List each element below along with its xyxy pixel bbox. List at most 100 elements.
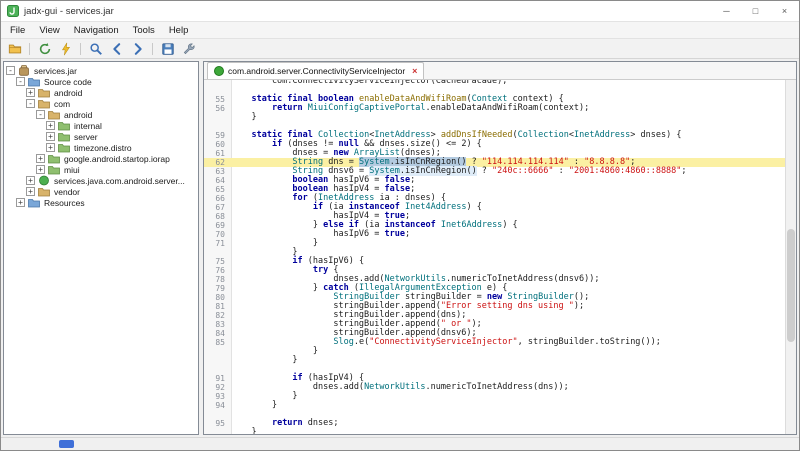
tree-item[interactable]: + internal: [4, 120, 198, 131]
tree-item-label: internal: [74, 121, 102, 131]
close-button[interactable]: ×: [770, 1, 799, 21]
tree-expander-icon[interactable]: +: [26, 187, 35, 196]
line-number: 65: [204, 185, 231, 194]
editor-body: com.ConnectivityServiceInjector(CachedFa…: [204, 80, 796, 434]
tree-item[interactable]: -Source code: [4, 76, 198, 87]
tree-expander-icon[interactable]: -: [26, 99, 35, 108]
menu-item-navigation[interactable]: Navigation: [67, 25, 126, 36]
maximize-button[interactable]: □: [741, 1, 770, 21]
tree-expander-icon[interactable]: +: [46, 143, 55, 152]
line-number: 93: [204, 392, 231, 401]
tab-close-icon[interactable]: ×: [412, 66, 417, 76]
window-title: jadx-gui - services.jar: [24, 6, 114, 17]
tree-expander-icon[interactable]: +: [46, 132, 55, 141]
menu-bar: FileViewNavigationToolsHelp: [1, 22, 799, 39]
line-number: 66: [204, 194, 231, 203]
editor-panel: com.android.server.ConnectivityServiceIn…: [203, 61, 797, 435]
menu-item-help[interactable]: Help: [162, 25, 196, 36]
forward-arrow-button[interactable]: [128, 40, 147, 57]
app-icon: [7, 5, 19, 17]
package-icon: [38, 186, 51, 197]
tree-expander-icon[interactable]: +: [16, 198, 25, 207]
app-window: jadx-gui - services.jar ─ □ × FileViewNa…: [0, 0, 800, 451]
code-line: }: [204, 356, 785, 365]
tree-item[interactable]: + server: [4, 131, 198, 142]
tree-item[interactable]: +android: [4, 87, 198, 98]
reload-button[interactable]: [35, 40, 54, 57]
settings-wrench-icon: [182, 42, 196, 56]
line-number: 67: [204, 203, 231, 212]
package-green-icon: [58, 142, 71, 153]
package-green-icon: [58, 120, 71, 131]
tree-expander-icon[interactable]: -: [16, 77, 25, 86]
line-number: 83: [204, 320, 231, 329]
tree-item[interactable]: +services.java.com.android.server...: [4, 175, 198, 186]
line-number: [204, 248, 231, 257]
tree-item[interactable]: -com: [4, 98, 198, 109]
line-number: 94: [204, 401, 231, 410]
tree-expander-icon[interactable]: +: [26, 176, 35, 185]
tree-expander-icon[interactable]: +: [46, 121, 55, 130]
tree-expander-icon[interactable]: +: [36, 165, 45, 174]
open-folder-button[interactable]: [5, 40, 24, 57]
vertical-scrollbar[interactable]: [785, 80, 796, 434]
line-number: 59: [204, 131, 231, 140]
tree-item[interactable]: -android: [4, 109, 198, 120]
package-icon: [48, 109, 61, 120]
code-area[interactable]: com.ConnectivityServiceInjector(CachedFa…: [204, 80, 785, 434]
tree-expander-icon[interactable]: +: [26, 88, 35, 97]
code-line: 93 }: [204, 392, 785, 401]
line-number: 61: [204, 149, 231, 158]
line-number: 60: [204, 140, 231, 149]
tab-label: com.android.server.ConnectivityServiceIn…: [228, 66, 405, 76]
jar-icon: [18, 65, 31, 76]
back-arrow-button[interactable]: [107, 40, 126, 57]
tree-item[interactable]: +google.android.startop.iorap: [4, 153, 198, 164]
line-number: 84: [204, 329, 231, 338]
line-number: 95: [204, 419, 231, 428]
line-number: [204, 347, 231, 356]
tree-item[interactable]: + Resources: [4, 197, 198, 208]
horizontal-scrollbar-thumb[interactable]: [59, 440, 74, 448]
tab-connectivity-service-injector[interactable]: com.android.server.ConnectivityServiceIn…: [207, 62, 424, 79]
menu-item-view[interactable]: View: [32, 25, 66, 36]
tree-item[interactable]: -services.jar: [4, 65, 198, 76]
title-bar: jadx-gui - services.jar ─ □ ×: [1, 1, 799, 22]
tree-item[interactable]: +vendor: [4, 186, 198, 197]
line-number: 64: [204, 176, 231, 185]
line-number: [204, 365, 231, 374]
tree-item-label: server: [74, 132, 98, 142]
text-search-icon: [89, 42, 103, 56]
minimize-button[interactable]: ─: [712, 1, 741, 21]
line-number: 81: [204, 302, 231, 311]
line-number: 70: [204, 230, 231, 239]
tree-expander-icon[interactable]: -: [6, 66, 15, 75]
tree-expander-icon[interactable]: +: [36, 154, 45, 163]
main-area: -services.jar-Source code+android-com-an…: [1, 59, 799, 437]
file-tree[interactable]: -services.jar-Source code+android-com-an…: [4, 62, 198, 208]
folder-blue-icon: [28, 197, 41, 208]
tree-item[interactable]: +timezone.distro: [4, 142, 198, 153]
line-number: 68: [204, 212, 231, 221]
menu-item-file[interactable]: File: [3, 25, 32, 36]
line-number: 79: [204, 284, 231, 293]
tree-item-label: Resources: [44, 198, 85, 208]
flash-button[interactable]: [56, 40, 75, 57]
line-number: [204, 122, 231, 131]
menu-item-tools[interactable]: Tools: [126, 25, 162, 36]
reload-icon: [38, 42, 52, 56]
text-search-button[interactable]: [86, 40, 105, 57]
settings-wrench-button[interactable]: [179, 40, 198, 57]
line-number: 80: [204, 293, 231, 302]
save-all-button[interactable]: [158, 40, 177, 57]
code-line: }: [204, 428, 785, 434]
tree-item[interactable]: +miui: [4, 164, 198, 175]
line-number: [204, 356, 231, 365]
package-icon: [38, 98, 51, 109]
horizontal-scrollbar[interactable]: [1, 437, 799, 450]
forward-arrow-icon: [131, 42, 145, 56]
line-number: 76: [204, 266, 231, 275]
code-line: }: [204, 113, 785, 122]
tree-expander-icon[interactable]: -: [36, 110, 45, 119]
vertical-scrollbar-thumb[interactable]: [787, 229, 795, 342]
